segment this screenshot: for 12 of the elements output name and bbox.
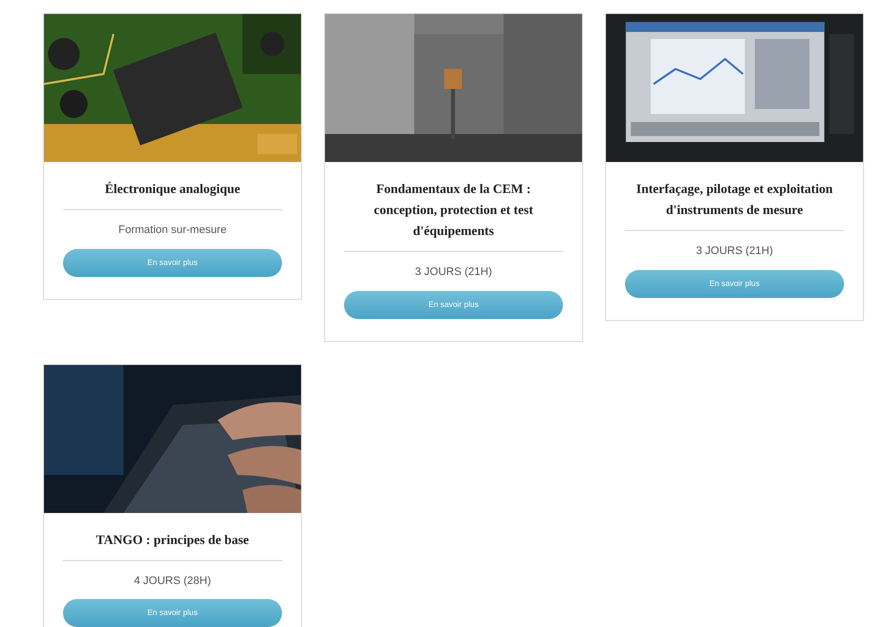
course-title: Interfaçage, pilotage et exploitation d'instruments de mesure [635, 180, 834, 219]
more-info-button[interactable]: En savoir plus [63, 248, 282, 276]
course-duration: 3 JOURS (21H) [414, 265, 492, 280]
course-title: Électronique analogique [104, 180, 240, 198]
more-info-button[interactable]: En savoir plus [625, 270, 844, 298]
more-info-button[interactable]: En savoir plus [344, 290, 563, 318]
course-title: Fondamentaux de la CEM : conception, protection et test d'équipements [372, 180, 534, 240]
course-duration: Formation sur-mesure [118, 223, 227, 238]
course-title: TANGO : principes de base [96, 530, 249, 549]
course-duration: 4 JOURS (28H) [134, 574, 212, 588]
course-duration: 3 JOURS (21H) [696, 244, 774, 259]
more-info-button[interactable]: En savoir plus [63, 599, 282, 627]
